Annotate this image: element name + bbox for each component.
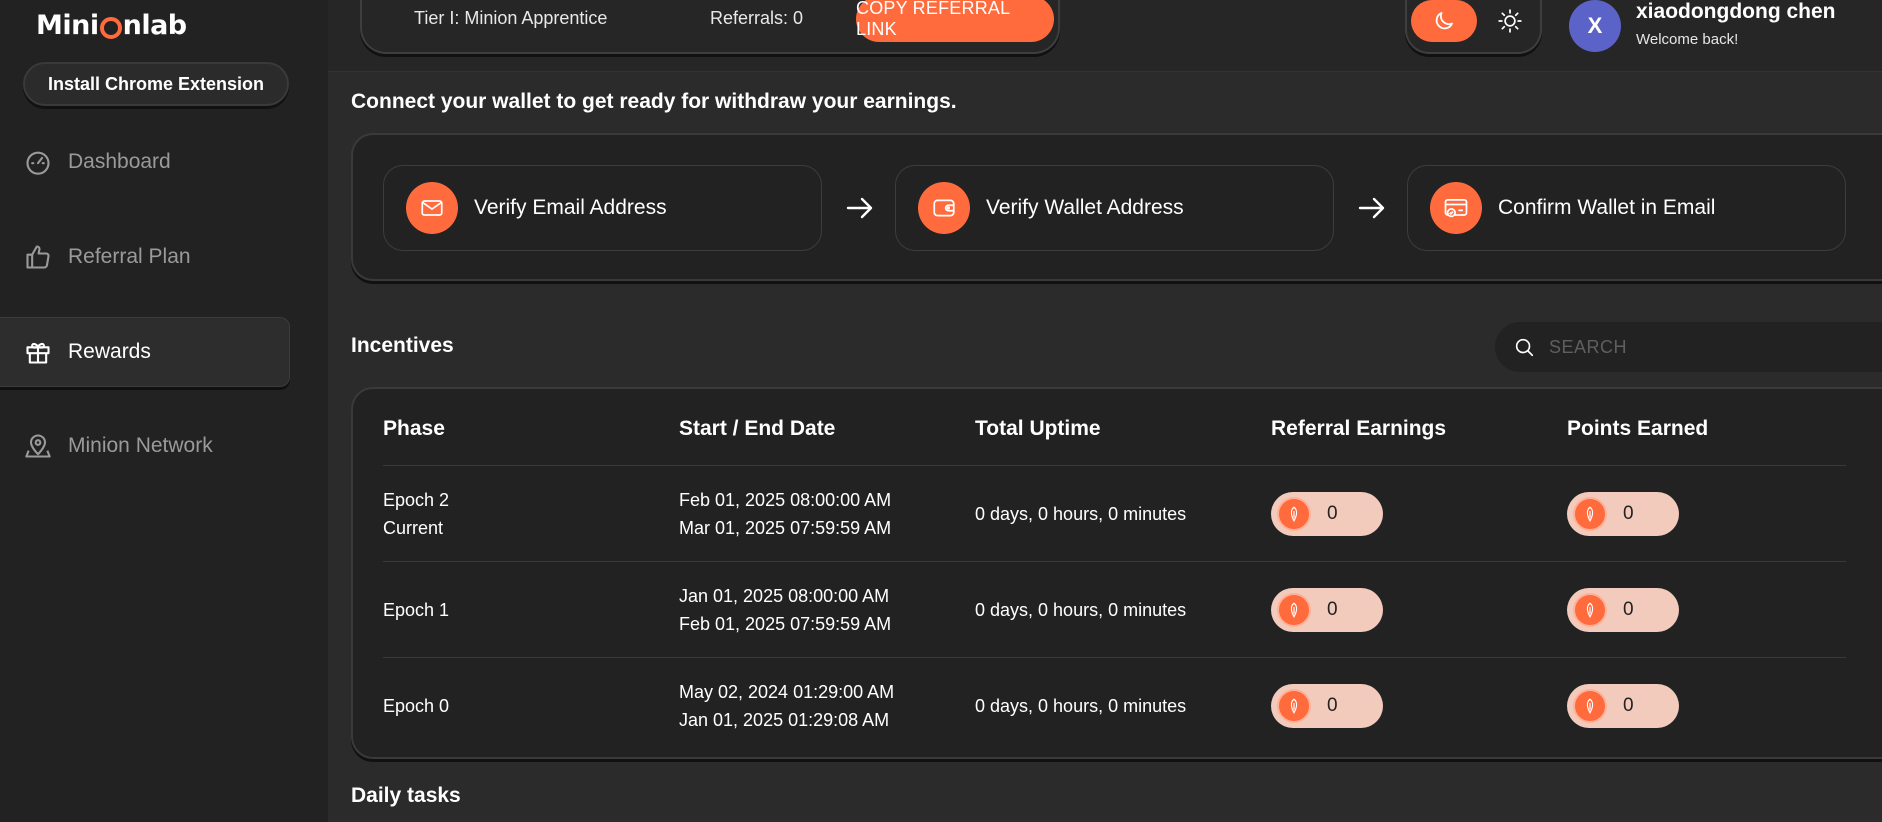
map-pin-icon bbox=[25, 434, 51, 458]
sidebar-item-minion-network[interactable]: Minion Network bbox=[0, 411, 290, 481]
sidebar-item-label: Referral Plan bbox=[68, 245, 191, 268]
referral-earnings-badge: 0 bbox=[1271, 492, 1383, 536]
step-label: Verify Email Address bbox=[474, 196, 667, 219]
coin-icon bbox=[1277, 497, 1311, 531]
daily-tasks-title: Daily tasks bbox=[351, 784, 461, 807]
verify-email-step[interactable]: Verify Email Address bbox=[383, 165, 822, 251]
logo-pin-icon bbox=[99, 16, 122, 39]
logo-text-left: Mini bbox=[36, 10, 99, 41]
phase-name: Epoch 0 bbox=[383, 696, 450, 716]
points-earned-badge: 0 bbox=[1567, 492, 1679, 536]
coin-icon bbox=[1277, 689, 1311, 723]
points-earned-badge: 0 bbox=[1567, 684, 1679, 728]
end-date: Jan 01, 2025 01:29:08 AM bbox=[679, 710, 890, 730]
points-earned-value: 0 bbox=[1623, 599, 1634, 620]
referral-count: Referrals: 0 bbox=[710, 8, 804, 28]
phase-name: Epoch 2 bbox=[383, 490, 450, 510]
tier-label: Tier I: Minion Apprentice bbox=[414, 8, 608, 28]
install-chrome-extension-button[interactable]: Install Chrome Extension bbox=[23, 62, 289, 106]
sidebar-item-label: Rewards bbox=[68, 340, 151, 363]
coin-icon bbox=[1573, 593, 1607, 627]
uptime-cell: 0 days, 0 hours, 0 minutes bbox=[975, 600, 1187, 620]
phase-status: Current bbox=[383, 518, 444, 538]
dark-mode-button[interactable] bbox=[1411, 0, 1477, 42]
table-row: Epoch 1 Jan 01, 2025 08:00:00 AM Feb 01,… bbox=[383, 561, 1846, 657]
welcome-text: Welcome back! bbox=[1636, 31, 1739, 48]
points-earned-badge: 0 bbox=[1567, 588, 1679, 632]
date-cell: Jan 01, 2025 08:00:00 AM Feb 01, 2025 07… bbox=[679, 582, 891, 638]
uptime-cell: 0 days, 0 hours, 0 minutes bbox=[975, 504, 1187, 524]
start-date: Jan 01, 2025 08:00:00 AM bbox=[679, 586, 890, 606]
column-header-uptime: Total Uptime bbox=[975, 417, 1101, 440]
date-cell: Feb 01, 2025 08:00:00 AM Mar 01, 2025 07… bbox=[679, 486, 891, 542]
light-mode-button[interactable] bbox=[1485, 0, 1535, 42]
mail-icon bbox=[421, 200, 443, 216]
column-header-referral-earnings: Referral Earnings bbox=[1271, 417, 1447, 440]
step-label: Confirm Wallet in Email bbox=[1498, 196, 1716, 219]
table-row: Epoch 0 May 02, 2024 01:29:00 AM Jan 01,… bbox=[383, 657, 1846, 753]
sidebar-item-label: Minion Network bbox=[68, 434, 213, 457]
sidebar-item-dashboard[interactable]: Dashboard bbox=[0, 127, 290, 197]
start-date: May 02, 2024 01:29:00 AM bbox=[679, 682, 895, 702]
card-check-icon bbox=[1444, 198, 1468, 218]
copy-referral-link-button[interactable]: COPY REFERRAL LINK bbox=[856, 0, 1054, 42]
sidebar: Mini nlab Install Chrome Extension Dashbo… bbox=[0, 0, 328, 822]
sidebar-item-label: Dashboard bbox=[68, 150, 171, 173]
end-date: Feb 01, 2025 07:59:59 AM bbox=[679, 614, 892, 634]
search-input[interactable] bbox=[1549, 336, 1849, 358]
tier-referral-bar: Tier I: Minion Apprentice Referrals: 0 C… bbox=[360, 0, 1060, 54]
wallet-steps-card: Verify Email Address Verify Wallet Addre… bbox=[351, 133, 1882, 281]
phase-cell: Epoch 2 Current bbox=[383, 486, 449, 542]
gift-icon bbox=[26, 342, 50, 364]
logo-text-right: nlab bbox=[122, 10, 188, 41]
incentives-table: Phase Start / End Date Total Uptime Refe… bbox=[351, 387, 1882, 759]
referral-earnings-value: 0 bbox=[1327, 695, 1338, 716]
referral-earnings-badge: 0 bbox=[1271, 588, 1383, 632]
search-icon bbox=[1515, 338, 1534, 357]
confirm-wallet-email-step[interactable]: Confirm Wallet in Email bbox=[1407, 165, 1846, 251]
search-box bbox=[1495, 322, 1882, 372]
gauge-icon bbox=[26, 151, 50, 175]
points-earned-value: 0 bbox=[1623, 503, 1634, 524]
column-header-phase: Phase bbox=[383, 417, 445, 440]
verify-wallet-step[interactable]: Verify Wallet Address bbox=[895, 165, 1334, 251]
coin-icon bbox=[1277, 593, 1311, 627]
end-date: Mar 01, 2025 07:59:59 AM bbox=[679, 518, 892, 538]
referral-earnings-value: 0 bbox=[1327, 503, 1338, 524]
referral-earnings-badge: 0 bbox=[1271, 684, 1383, 728]
start-date: Feb 01, 2025 08:00:00 AM bbox=[679, 490, 892, 510]
sidebar-item-referral-plan[interactable]: Referral Plan bbox=[0, 222, 290, 292]
uptime-cell: 0 days, 0 hours, 0 minutes bbox=[975, 696, 1187, 716]
arrow-right-icon bbox=[1358, 197, 1385, 219]
minionlab-logo[interactable]: Mini nlab bbox=[36, 10, 187, 41]
arrow-right-icon bbox=[846, 197, 873, 219]
phase-cell: Epoch 1 bbox=[383, 596, 449, 624]
wallet-connect-title: Connect your wallet to get ready for wit… bbox=[351, 90, 957, 113]
table-row: Epoch 2 Current Feb 01, 2025 08:00:00 AM… bbox=[383, 465, 1846, 561]
moon-icon bbox=[1435, 12, 1453, 30]
avatar[interactable]: X bbox=[1569, 0, 1621, 52]
top-bar: Tier I: Minion Apprentice Referrals: 0 C… bbox=[328, 0, 1882, 72]
coin-icon bbox=[1573, 689, 1607, 723]
thumbs-up-icon bbox=[26, 245, 50, 269]
wallet-icon bbox=[933, 199, 955, 217]
phase-cell: Epoch 0 bbox=[383, 692, 449, 720]
points-earned-value: 0 bbox=[1623, 695, 1634, 716]
theme-toggle bbox=[1405, 0, 1542, 54]
sidebar-item-rewards[interactable]: Rewards bbox=[0, 317, 290, 387]
step-label: Verify Wallet Address bbox=[986, 196, 1184, 219]
phase-name: Epoch 1 bbox=[383, 600, 450, 620]
incentives-title: Incentives bbox=[351, 334, 454, 357]
column-header-points: Points Earned bbox=[1567, 417, 1709, 440]
referral-earnings-value: 0 bbox=[1327, 599, 1338, 620]
date-cell: May 02, 2024 01:29:00 AM Jan 01, 2025 01… bbox=[679, 678, 894, 734]
coin-icon bbox=[1573, 497, 1607, 531]
user-name: xiaodongdong chen bbox=[1636, 0, 1836, 23]
column-header-date: Start / End Date bbox=[679, 417, 836, 440]
sun-icon bbox=[1498, 9, 1522, 33]
